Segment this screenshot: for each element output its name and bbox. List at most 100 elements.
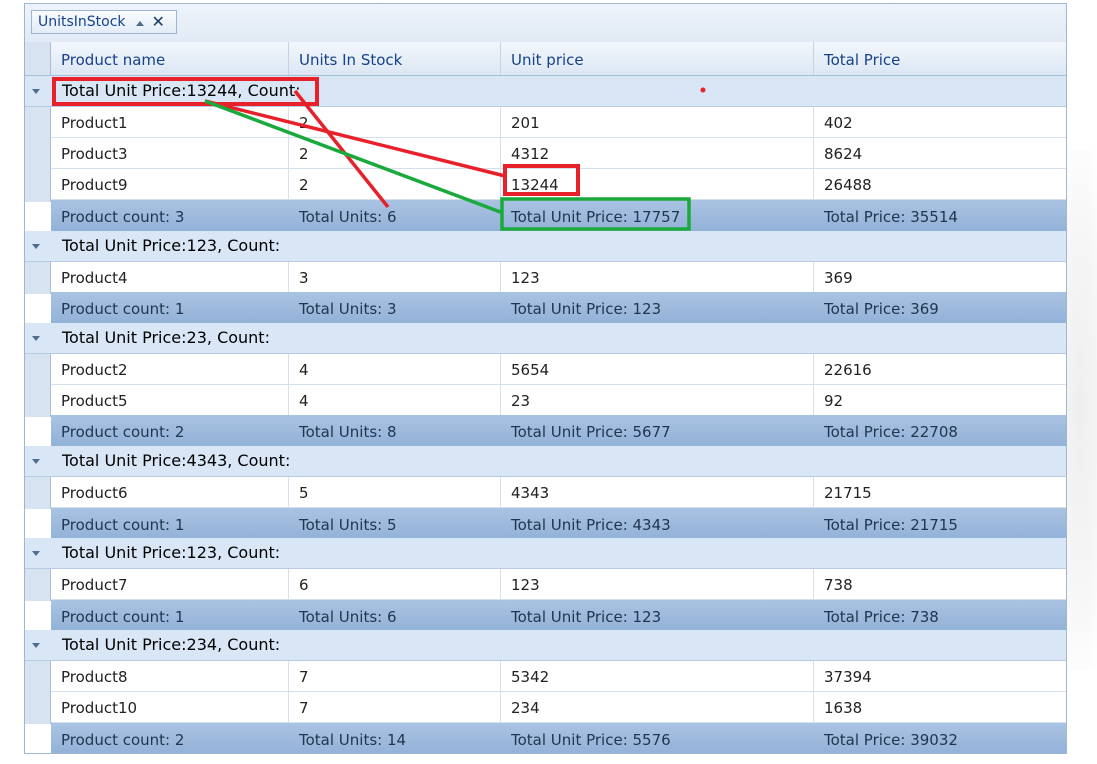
row-indent xyxy=(25,262,51,294)
cell-total-price: 21715 xyxy=(824,484,872,502)
table-row[interactable]: Product6 5 4343 21715 xyxy=(51,477,1066,508)
cell-product-name: Product8 xyxy=(51,661,289,691)
collapse-arrow-icon[interactable] xyxy=(32,244,40,249)
footer-total-price: Total Price: 22708 xyxy=(824,423,958,441)
group-header-label: Total Unit Price:4343, Count: xyxy=(62,451,291,470)
footer-total-unit-price: Total Unit Price: 5576 xyxy=(511,731,671,749)
table-row[interactable]: Product2 4 5654 22616 xyxy=(51,354,1066,385)
group-footer-row: Product count: 2 Total Units: 8 Total Un… xyxy=(51,415,1066,447)
group-header-row[interactable]: Total Unit Price:4343, Count: xyxy=(25,446,1066,477)
cell-unit-price: 123 xyxy=(501,262,814,292)
sort-ascending-icon[interactable] xyxy=(135,20,144,26)
cell-unit-price: 4343 xyxy=(501,477,814,507)
footer-product-count: Product count: 2 xyxy=(61,731,185,749)
row-indent xyxy=(25,569,51,601)
column-header-units-in-stock[interactable]: Units In Stock xyxy=(289,42,501,75)
cell-product-name: Product6 xyxy=(51,477,289,507)
collapse-arrow-icon[interactable] xyxy=(32,643,40,648)
group-header-row[interactable]: Total Unit Price:123, Count: xyxy=(25,231,1066,262)
cell-product-name: Product9 xyxy=(51,169,289,199)
cell-unit-price: 23 xyxy=(501,385,814,415)
row-indent xyxy=(25,477,51,509)
table-row[interactable]: Product7 6 123 738 xyxy=(51,569,1066,600)
table-row[interactable]: Product5 4 23 92 xyxy=(51,385,1066,416)
collapse-arrow-icon[interactable] xyxy=(32,89,40,94)
footer-total-units: Total Units: 6 xyxy=(299,608,397,626)
collapse-arrow-icon[interactable] xyxy=(32,459,40,464)
cell-total-price: 22616 xyxy=(824,361,872,379)
footer-product-count: Product count: 1 xyxy=(61,516,185,534)
group-footer-row: Product count: 3 Total Units: 6 Total Un… xyxy=(51,200,1066,232)
cell-unit-price: 13244 xyxy=(501,169,814,199)
cell-total-price: 402 xyxy=(824,114,853,132)
footer-total-unit-price: Total Unit Price: 4343 xyxy=(511,516,671,534)
group-header-row[interactable]: Total Unit Price:123, Count: xyxy=(25,538,1066,569)
cell-product-name: Product7 xyxy=(51,569,289,599)
row-indent xyxy=(25,661,51,724)
footer-total-unit-price: Total Unit Price: 5677 xyxy=(511,423,671,441)
footer-total-units: Total Units: 3 xyxy=(299,300,397,318)
footer-total-unit-price: Total Unit Price: 123 xyxy=(511,300,662,318)
cell-unit-price: 5342 xyxy=(501,661,814,691)
row-indent xyxy=(25,107,51,202)
collapse-arrow-icon[interactable] xyxy=(32,336,40,341)
group-header-label: Total Unit Price:123, Count: xyxy=(62,543,281,562)
cell-total-price: 738 xyxy=(824,576,853,594)
header-indent-cell xyxy=(25,42,51,75)
footer-total-price: Total Price: 738 xyxy=(824,608,939,626)
cell-units-in-stock: 3 xyxy=(289,262,501,292)
row-indent xyxy=(25,354,51,417)
group-header-label: Total Unit Price:234, Count: xyxy=(62,635,281,654)
footer-total-unit-price: Total Unit Price: 123 xyxy=(511,608,662,626)
table-row[interactable]: Product1 2 201 402 xyxy=(51,107,1066,138)
cell-product-name: Product2 xyxy=(51,354,289,384)
cell-units-in-stock: 4 xyxy=(289,354,501,384)
footer-total-units: Total Units: 5 xyxy=(299,516,397,534)
column-header-product-name[interactable]: Product name xyxy=(51,42,289,75)
cell-unit-price: 201 xyxy=(501,107,814,137)
group-footer-row: Product count: 1 Total Units: 3 Total Un… xyxy=(51,292,1066,324)
footer-total-price: Total Price: 39032 xyxy=(824,731,958,749)
footer-product-count: Product count: 3 xyxy=(61,208,185,226)
footer-total-unit-price: Total Unit Price: 17757 xyxy=(511,208,681,226)
table-row[interactable]: Product9 2 13244 26488 xyxy=(51,169,1066,200)
group-header-row[interactable]: Total Unit Price:13244, Count: xyxy=(25,76,1066,107)
footer-total-price: Total Price: 35514 xyxy=(824,208,958,226)
cell-product-name: Product3 xyxy=(51,138,289,168)
cell-unit-price: 4312 xyxy=(501,138,814,168)
group-footer-row: Product count: 1 Total Units: 6 Total Un… xyxy=(51,600,1066,632)
table-row[interactable]: Product8 7 5342 37394 xyxy=(51,661,1066,692)
footer-total-price: Total Price: 369 xyxy=(824,300,939,318)
cell-units-in-stock: 7 xyxy=(289,692,501,722)
cell-total-price: 37394 xyxy=(824,668,872,686)
table-row[interactable]: Product4 3 123 369 xyxy=(51,262,1066,293)
footer-total-price: Total Price: 21715 xyxy=(824,516,958,534)
cell-product-name: Product5 xyxy=(51,385,289,415)
cell-unit-price: 123 xyxy=(501,569,814,599)
group-footer-row: Product count: 1 Total Units: 5 Total Un… xyxy=(51,508,1066,540)
collapse-arrow-icon[interactable] xyxy=(32,551,40,556)
column-header-total-price[interactable]: Total Price xyxy=(814,42,1066,75)
footer-total-units: Total Units: 14 xyxy=(299,731,407,749)
table-row[interactable]: Product3 2 4312 8624 xyxy=(51,138,1066,169)
group-header-label: Total Unit Price:23, Count: xyxy=(62,328,270,347)
group-by-chip[interactable]: UnitsInStock ✕ xyxy=(31,10,177,34)
column-header-unit-price[interactable]: Unit price xyxy=(501,42,814,75)
cell-units-in-stock: 2 xyxy=(289,169,501,199)
cell-total-price: 369 xyxy=(824,269,853,287)
column-header-row: Product name Units In Stock Unit price T… xyxy=(25,42,1066,76)
cell-product-name: Product10 xyxy=(51,692,289,722)
cell-units-in-stock: 6 xyxy=(289,569,501,599)
close-icon[interactable]: ✕ xyxy=(152,14,165,30)
table-row[interactable]: Product10 7 234 1638 xyxy=(51,692,1066,723)
cell-total-price: 92 xyxy=(824,392,844,410)
group-header-row[interactable]: Total Unit Price:234, Count: xyxy=(25,630,1066,661)
group-header-row[interactable]: Total Unit Price:23, Count: xyxy=(25,323,1066,354)
data-grid: UnitsInStock ✕ Product name Units In Sto… xyxy=(24,3,1067,754)
footer-total-units: Total Units: 8 xyxy=(299,423,397,441)
group-footer-row: Product count: 2 Total Units: 14 Total U… xyxy=(51,723,1066,753)
cell-total-price: 26488 xyxy=(824,176,872,194)
group-header-label: Total Unit Price:13244, Count: xyxy=(62,81,301,100)
group-chip-label: UnitsInStock xyxy=(38,14,126,30)
footer-product-count: Product count: 1 xyxy=(61,300,185,318)
